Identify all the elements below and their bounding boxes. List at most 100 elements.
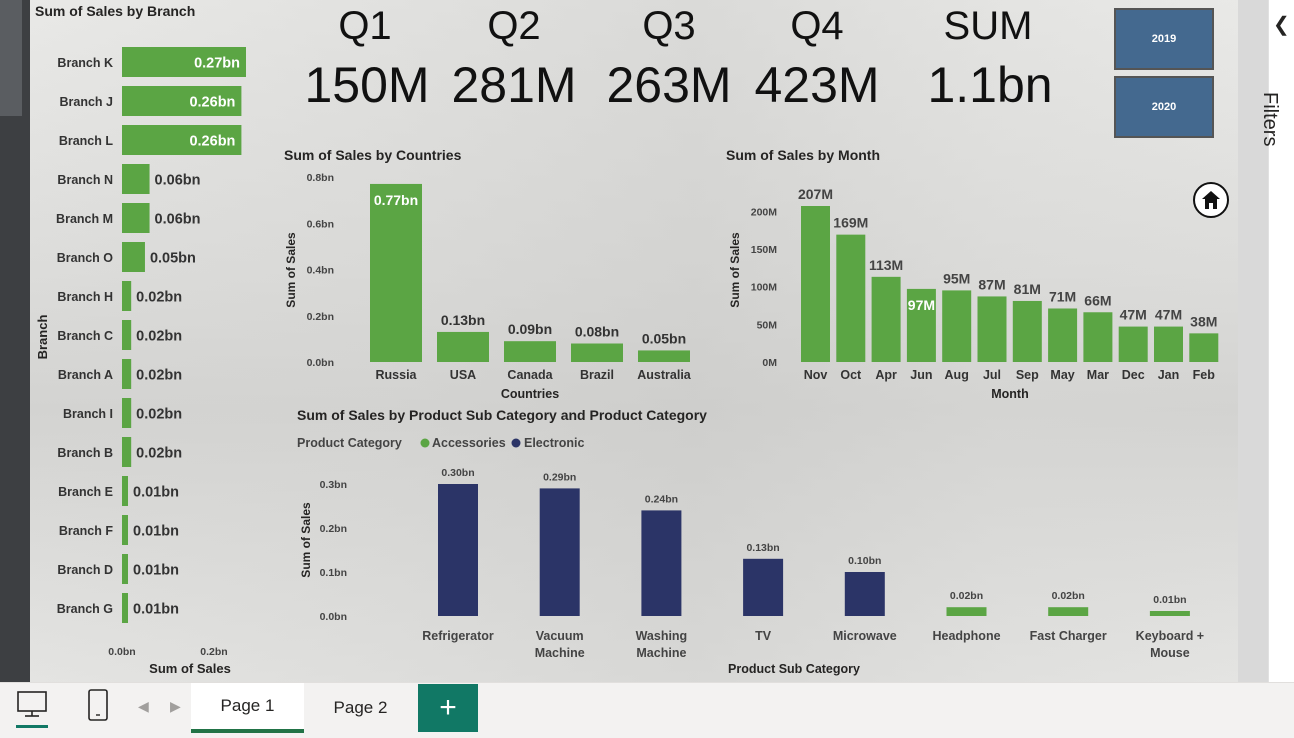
- branch-bar: [122, 398, 132, 428]
- month-data-label: 113M: [869, 257, 903, 273]
- branch-category-label: Branch G: [57, 602, 113, 616]
- branch-y-axis-title: Branch: [35, 315, 50, 360]
- legend-accessories-label: Accessories: [432, 436, 506, 450]
- chevron-left-icon[interactable]: ◀: [138, 698, 149, 715]
- month-category-label: Jul: [983, 368, 1001, 382]
- branch-data-label: 0.02bn: [136, 290, 182, 306]
- branch-bar: [122, 593, 128, 623]
- legend-accessories-marker: [420, 438, 430, 448]
- countries-category-label: USA: [450, 368, 476, 382]
- month-bar: [1154, 326, 1183, 362]
- month-x-axis-title: Month: [991, 387, 1028, 401]
- branch-data-label: 0.27bn: [194, 56, 240, 72]
- product-category-label-line: Mouse: [1150, 646, 1190, 660]
- month-data-label: 66M: [1084, 292, 1111, 308]
- month-bar: [1189, 333, 1219, 362]
- branch-category-label: Branch I: [63, 407, 113, 421]
- month-category-label: Apr: [875, 368, 897, 382]
- countries-category-label: Russia: [376, 368, 418, 382]
- month-bar: [871, 276, 901, 362]
- countries-x-axis-title: Countries: [501, 387, 559, 401]
- product-y-axis-title: Sum of Sales: [299, 502, 313, 578]
- branch-data-label: 0.06bn: [155, 212, 201, 228]
- branch-category-label: Branch M: [56, 212, 113, 226]
- branch-data-label: 0.02bn: [136, 368, 182, 384]
- month-bar: [801, 206, 830, 362]
- countries-data-label: 0.13bn: [441, 312, 485, 328]
- branch-data-label: 0.02bn: [136, 446, 182, 462]
- product-bar: [743, 558, 784, 616]
- countries-y-axis-title: Sum of Sales: [284, 232, 298, 308]
- branch-category-label: Branch N: [57, 173, 113, 187]
- product-data-label: 0.24bn: [645, 493, 678, 505]
- product-bar: [539, 488, 580, 616]
- branch-category-label: Branch K: [57, 56, 113, 70]
- desktop-view-button[interactable]: [14, 689, 50, 734]
- product-category-label-line: Vacuum: [536, 629, 584, 643]
- tab-page-2[interactable]: Page 2: [304, 683, 417, 733]
- countries-bar: [370, 183, 422, 362]
- branch-bar: [122, 242, 145, 272]
- product-data-label: 0.01bn: [1153, 594, 1186, 606]
- product-bar: [641, 510, 682, 616]
- product-category-label-line: Machine: [636, 646, 686, 660]
- product-data-label: 0.10bn: [848, 555, 881, 567]
- branch-data-label: 0.01bn: [133, 524, 179, 540]
- tab-page-1[interactable]: Page 1: [191, 683, 304, 733]
- legend-electronic-label: Electronic: [524, 436, 584, 450]
- month-data-label: 71M: [1049, 288, 1076, 304]
- branch-category-label: Branch H: [57, 290, 113, 304]
- add-page-button[interactable]: +: [418, 684, 478, 732]
- product-bar: [946, 607, 987, 616]
- countries-data-label: 0.77bn: [374, 192, 418, 208]
- product-legend-title: Product Category: [297, 436, 402, 450]
- countries-y-tick: 0.0bn: [307, 357, 334, 369]
- branch-data-label: 0.01bn: [133, 563, 179, 579]
- branch-data-label: 0.02bn: [136, 407, 182, 423]
- branch-bar: [122, 359, 132, 389]
- countries-bar: [571, 343, 623, 362]
- month-data-label: 47M: [1155, 307, 1182, 323]
- month-y-tick: 100M: [751, 282, 778, 294]
- legend-electronic-marker: [511, 438, 521, 448]
- product-category-label-line: TV: [755, 629, 772, 643]
- branch-data-label: 0.26bn: [189, 95, 235, 111]
- product-category-label-line: Machine: [535, 646, 585, 660]
- countries-bar: [437, 331, 489, 362]
- branch-x-axis-title: Sum of Sales: [149, 661, 231, 676]
- countries-data-label: 0.05bn: [642, 330, 686, 346]
- countries-data-label: 0.09bn: [508, 321, 552, 337]
- month-data-label: 38M: [1190, 313, 1217, 329]
- product-bar: [1048, 607, 1089, 616]
- month-y-tick: 150M: [751, 244, 778, 256]
- product-category-label: Washing Machine: [636, 629, 688, 660]
- product-category-label-line: Fast Charger: [1030, 629, 1107, 643]
- product-data-label: 0.13bn: [746, 542, 779, 554]
- month-data-label: 95M: [943, 270, 970, 286]
- chevron-right-icon[interactable]: ▶: [170, 698, 181, 715]
- product-data-label: 0.02bn: [1052, 590, 1085, 602]
- branch-data-label: 0.06bn: [155, 173, 201, 189]
- mobile-view-button[interactable]: [86, 689, 110, 728]
- month-data-label: 97M: [908, 297, 935, 313]
- month-bar: [836, 234, 866, 362]
- countries-y-tick: 0.2bn: [307, 311, 334, 323]
- chart-month-title: Sum of Sales by Month: [726, 147, 880, 163]
- month-bar: [942, 290, 972, 362]
- branch-bar: [122, 320, 132, 350]
- branch-bar: [122, 515, 128, 545]
- branch-data-label: 0.26bn: [189, 134, 235, 150]
- month-data-label: 87M: [978, 276, 1005, 292]
- desktop-icon: [16, 691, 48, 728]
- month-y-tick: 0M: [762, 357, 777, 369]
- month-y-tick: 200M: [751, 206, 778, 218]
- product-bar: [438, 484, 478, 616]
- branch-category-label: Branch A: [58, 368, 113, 382]
- month-y-tick: 50M: [757, 319, 778, 331]
- month-bar: [1012, 300, 1042, 362]
- branch-category-label: Branch D: [57, 563, 113, 577]
- countries-category-label: Brazil: [580, 368, 614, 382]
- month-bar: [1048, 308, 1078, 362]
- branch-category-label: Branch L: [59, 134, 114, 148]
- countries-category-label: Australia: [637, 368, 692, 382]
